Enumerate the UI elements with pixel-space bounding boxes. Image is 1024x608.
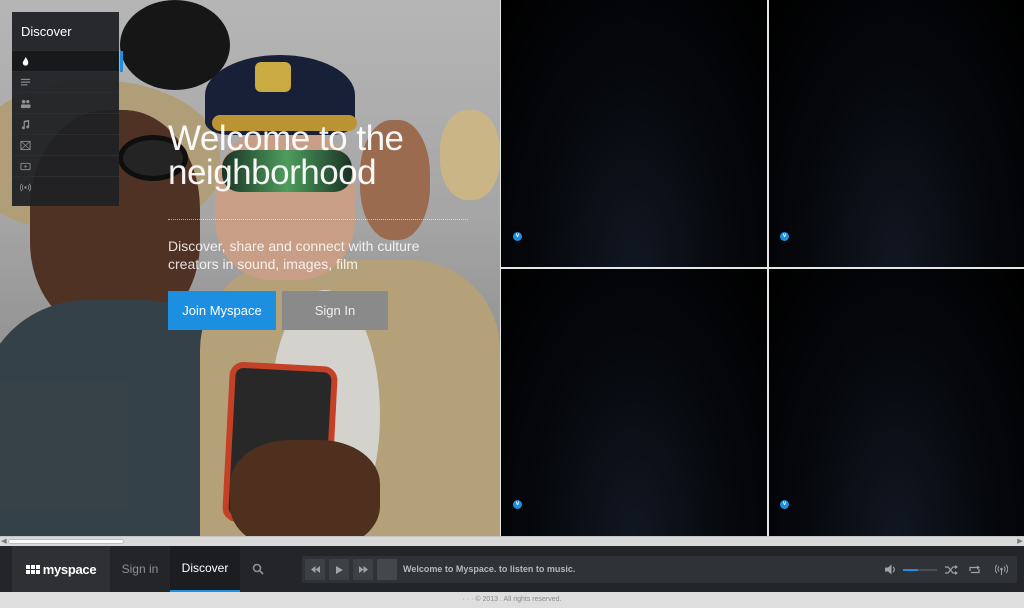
video-badge-icon: v — [513, 232, 522, 241]
play-button[interactable] — [329, 559, 349, 580]
repeat-button[interactable] — [965, 561, 983, 578]
list-icon — [20, 78, 31, 85]
image-icon — [20, 140, 31, 150]
broadcast-icon — [994, 564, 1008, 575]
volume-button[interactable] — [882, 561, 900, 578]
play-icon — [335, 565, 343, 574]
player-message: Welcome to Myspace. to listen to music. — [403, 564, 576, 574]
sidebar-title: Discover — [21, 24, 72, 39]
scrollbar-thumb[interactable] — [8, 539, 124, 544]
radio-button[interactable] — [992, 561, 1010, 578]
video-icon — [20, 162, 31, 170]
people-icon — [20, 99, 31, 108]
track-artwork — [377, 559, 397, 580]
sidebar-item-music[interactable] — [12, 113, 119, 134]
footer-copyright: · · · © 2013 . All rights reserved. — [0, 592, 1024, 608]
hero-divider — [168, 219, 468, 220]
next-track-button[interactable] — [353, 559, 373, 580]
previous-track-button[interactable] — [305, 559, 325, 580]
shuffle-button[interactable] — [942, 561, 960, 578]
music-player: Welcome to Myspace. to listen to music. — [302, 556, 1017, 583]
scroll-left-icon[interactable]: ◀ — [0, 538, 8, 546]
repeat-icon — [968, 565, 980, 573]
scroll-right-icon[interactable]: ▶ — [1016, 538, 1024, 546]
sign-in-button[interactable]: Sign In — [282, 291, 388, 330]
previous-icon — [310, 566, 320, 573]
volume-level-fill — [903, 569, 919, 571]
logo-dots-icon — [25, 564, 40, 574]
volume-slider[interactable] — [903, 569, 937, 571]
sidebar-item-radio[interactable] — [12, 176, 119, 197]
sidebar-item-people[interactable] — [12, 92, 119, 113]
search-icon — [252, 563, 264, 575]
sidebar-item-articles[interactable] — [12, 71, 119, 92]
sidebar-item-videos[interactable] — [12, 155, 119, 176]
volume-icon — [885, 564, 895, 575]
shuffle-icon — [944, 564, 958, 575]
logo-text: myspace — [42, 561, 97, 577]
sidebar-item-featured[interactable] — [12, 50, 123, 72]
discover-sidebar: Discover — [12, 12, 123, 206]
myspace-logo[interactable]: myspace — [12, 546, 110, 592]
video-badge-icon: v — [513, 500, 522, 509]
video-tile[interactable]: v — [501, 269, 767, 536]
hero-tagline: Discover, share and connect with culture… — [168, 238, 420, 272]
welcome-heading: Welcome to the neighborhood — [168, 119, 404, 192]
music-note-icon — [21, 119, 30, 129]
video-badge-icon: v — [780, 500, 789, 509]
page: Welcome to the neighborhood Discover, sh… — [0, 0, 1024, 608]
nav-sign-in-link[interactable]: Sign in — [111, 546, 169, 592]
sidebar-item-images[interactable] — [12, 134, 119, 155]
video-tile[interactable]: v — [769, 0, 1024, 267]
next-icon — [358, 566, 368, 573]
search-button[interactable] — [246, 558, 270, 580]
video-tile[interactable]: v — [769, 269, 1024, 536]
nav-discover-tab[interactable]: Discover — [170, 546, 240, 592]
video-tile[interactable]: v — [501, 0, 767, 267]
radio-icon — [20, 183, 31, 191]
horizontal-scrollbar[interactable]: ◀ ▶ — [0, 536, 1024, 546]
join-myspace-button[interactable]: Join Myspace — [168, 291, 276, 330]
bottom-navigation-bar: myspace Sign in Discover Welcome to Mysp… — [0, 546, 1024, 592]
video-badge-icon: v — [780, 232, 789, 241]
flame-icon — [22, 56, 29, 66]
